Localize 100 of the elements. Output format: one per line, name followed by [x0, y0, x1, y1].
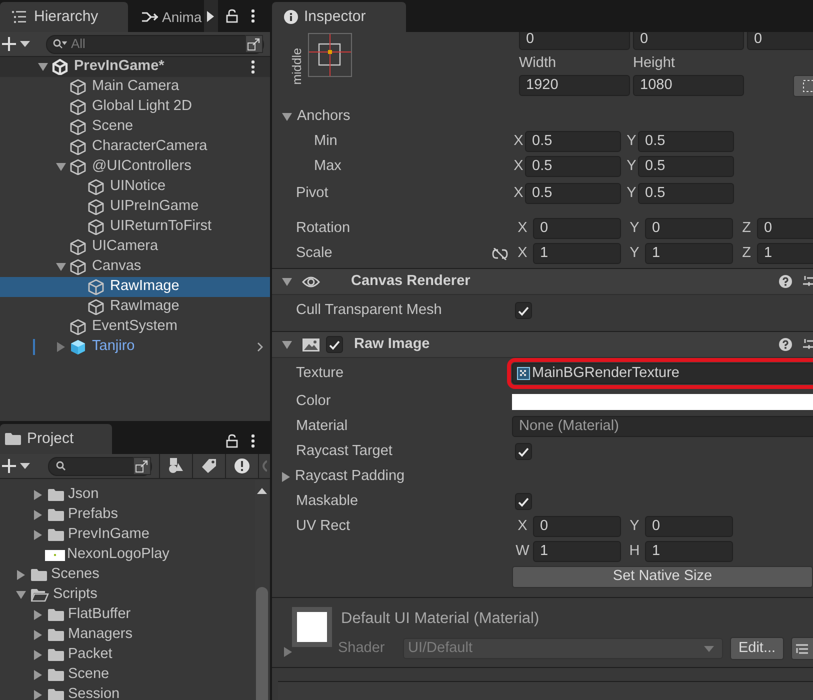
chevron-right-icon[interactable] — [257, 342, 263, 352]
number-field[interactable]: 1 — [645, 243, 733, 264]
tree-item[interactable]: Scene — [0, 665, 270, 685]
lock-icon[interactable] — [226, 9, 238, 23]
visibility-button[interactable] — [258, 454, 270, 478]
number-field[interactable]: 0 — [645, 218, 733, 239]
tree-item[interactable]: Main Camera — [0, 77, 270, 97]
number-field[interactable]: 0 — [757, 218, 813, 239]
collapse-arrow-icon[interactable] — [284, 647, 292, 657]
number-field[interactable]: 1920 — [519, 75, 630, 96]
tree-item[interactable]: Json — [0, 485, 270, 505]
search-field[interactable]: All — [46, 34, 264, 54]
tree-item[interactable]: Scripts — [0, 585, 270, 605]
tree-item[interactable]: Prefabs — [0, 505, 270, 525]
tree-item[interactable]: @UIControllers — [0, 157, 270, 177]
cube-icon — [88, 299, 104, 315]
number-field[interactable]: 0 — [533, 218, 621, 239]
search-field[interactable] — [48, 456, 152, 476]
checkbox[interactable] — [515, 443, 532, 460]
number-field[interactable]: 0.5 — [638, 131, 734, 152]
tree-item[interactable]: FlatBuffer — [0, 605, 270, 625]
expand-arrow-icon[interactable] — [282, 340, 292, 348]
help-icon[interactable] — [779, 275, 792, 288]
set-native-size-button[interactable]: Set Native Size — [512, 566, 813, 588]
expand-arrow-icon[interactable] — [16, 591, 26, 599]
tree-item[interactable]: UIPreInGame — [0, 197, 270, 217]
component-header[interactable]: Canvas Renderer — [272, 268, 813, 295]
axis-label: X — [512, 156, 524, 176]
tree-item[interactable]: Managers — [0, 625, 270, 645]
number-field[interactable]: 1 — [533, 541, 621, 562]
tree-item[interactable]: RawImage — [0, 277, 270, 297]
number-field[interactable]: 1080 — [633, 75, 744, 96]
edit-button[interactable]: Edit... — [730, 637, 784, 660]
expand-arrow-icon[interactable] — [282, 278, 292, 286]
folder-icon — [48, 528, 64, 542]
more-options-icon[interactable] — [251, 60, 255, 74]
number-field[interactable]: 1 — [533, 243, 621, 264]
lock-icon[interactable] — [226, 434, 238, 448]
property-label: Anchors — [297, 106, 350, 126]
animation-icon — [142, 10, 158, 24]
property-label: Color — [296, 392, 331, 411]
tree-item[interactable]: RawImage — [0, 297, 270, 317]
component-header[interactable]: Raw Image — [272, 331, 813, 358]
color-swatch[interactable] — [512, 394, 813, 410]
collapse-arrow-icon[interactable] — [282, 472, 290, 482]
number-field[interactable]: 0.5 — [525, 183, 621, 204]
tree-item[interactable]: PrevInGame* — [0, 57, 270, 77]
number-field[interactable]: 0 — [645, 516, 733, 537]
tree-item[interactable]: CharacterCamera — [0, 137, 270, 157]
tree-item[interactable]: UIReturnToFirst — [0, 217, 270, 237]
tree-item[interactable]: Packet — [0, 645, 270, 665]
maximize-icon[interactable] — [245, 35, 263, 53]
object-field[interactable]: None (Material) — [512, 416, 813, 437]
tree-item[interactable]: Global Light 2D — [0, 97, 270, 117]
tree-item[interactable]: Tanjiro — [0, 337, 270, 357]
panel-tab[interactable]: Anima — [128, 2, 204, 32]
anchor-preset-button[interactable] — [308, 33, 352, 77]
number-field[interactable]: 0.5 — [525, 156, 621, 177]
axis-label: X — [516, 244, 528, 263]
tree-item[interactable]: EventSystem — [0, 317, 270, 337]
checkbox[interactable] — [326, 336, 343, 353]
number-field[interactable]: 0.5 — [638, 156, 734, 177]
presets-icon[interactable] — [803, 275, 813, 288]
list-button[interactable] — [791, 637, 813, 660]
expand-arrow-icon[interactable] — [282, 112, 292, 120]
search-icon — [53, 39, 67, 49]
tree-item[interactable]: Scene — [0, 117, 270, 137]
number-field[interactable]: 1 — [757, 243, 813, 264]
tree-item[interactable]: UICamera — [0, 237, 270, 257]
collapse-arrow-icon[interactable] — [57, 342, 65, 352]
play-button[interactable] — [204, 0, 218, 32]
expand-arrow-icon[interactable] — [56, 163, 66, 171]
collapse-arrow-icon[interactable] — [17, 570, 25, 580]
property-label: Material — [296, 416, 348, 436]
number-field[interactable]: 0.5 — [525, 131, 621, 152]
number-field[interactable]: 0.5 — [638, 183, 734, 204]
checkbox[interactable] — [515, 302, 532, 319]
number-field[interactable]: 0 — [533, 516, 621, 537]
scroll-up-icon[interactable] — [257, 488, 267, 494]
axis-label: Y — [626, 132, 638, 151]
maximize-icon[interactable] — [133, 457, 151, 475]
presets-icon[interactable] — [803, 338, 813, 351]
expand-arrow-icon[interactable] — [56, 263, 66, 271]
panel-tab[interactable]: Project — [0, 424, 112, 454]
expand-arrow-icon[interactable] — [38, 63, 48, 71]
checkbox[interactable] — [515, 493, 532, 510]
number-field[interactable]: 1 — [645, 541, 733, 562]
tree-item[interactable]: NexonLogoPlay — [0, 545, 270, 565]
search-icon — [56, 461, 66, 471]
tree-item[interactable]: Session — [0, 685, 270, 700]
more-options-icon[interactable] — [251, 9, 255, 23]
tree-item[interactable]: UINotice — [0, 177, 270, 197]
help-icon[interactable] — [779, 338, 792, 351]
tree-item[interactable]: Canvas — [0, 257, 270, 277]
tree-item[interactable]: Scenes — [0, 565, 270, 585]
unlink-icon[interactable] — [492, 248, 508, 260]
panel-tab[interactable]: Inspector — [272, 2, 406, 32]
tree-item[interactable]: PrevInGame — [0, 525, 270, 545]
panel-tab[interactable]: Hierarchy — [0, 2, 128, 32]
more-options-icon[interactable] — [251, 434, 255, 448]
